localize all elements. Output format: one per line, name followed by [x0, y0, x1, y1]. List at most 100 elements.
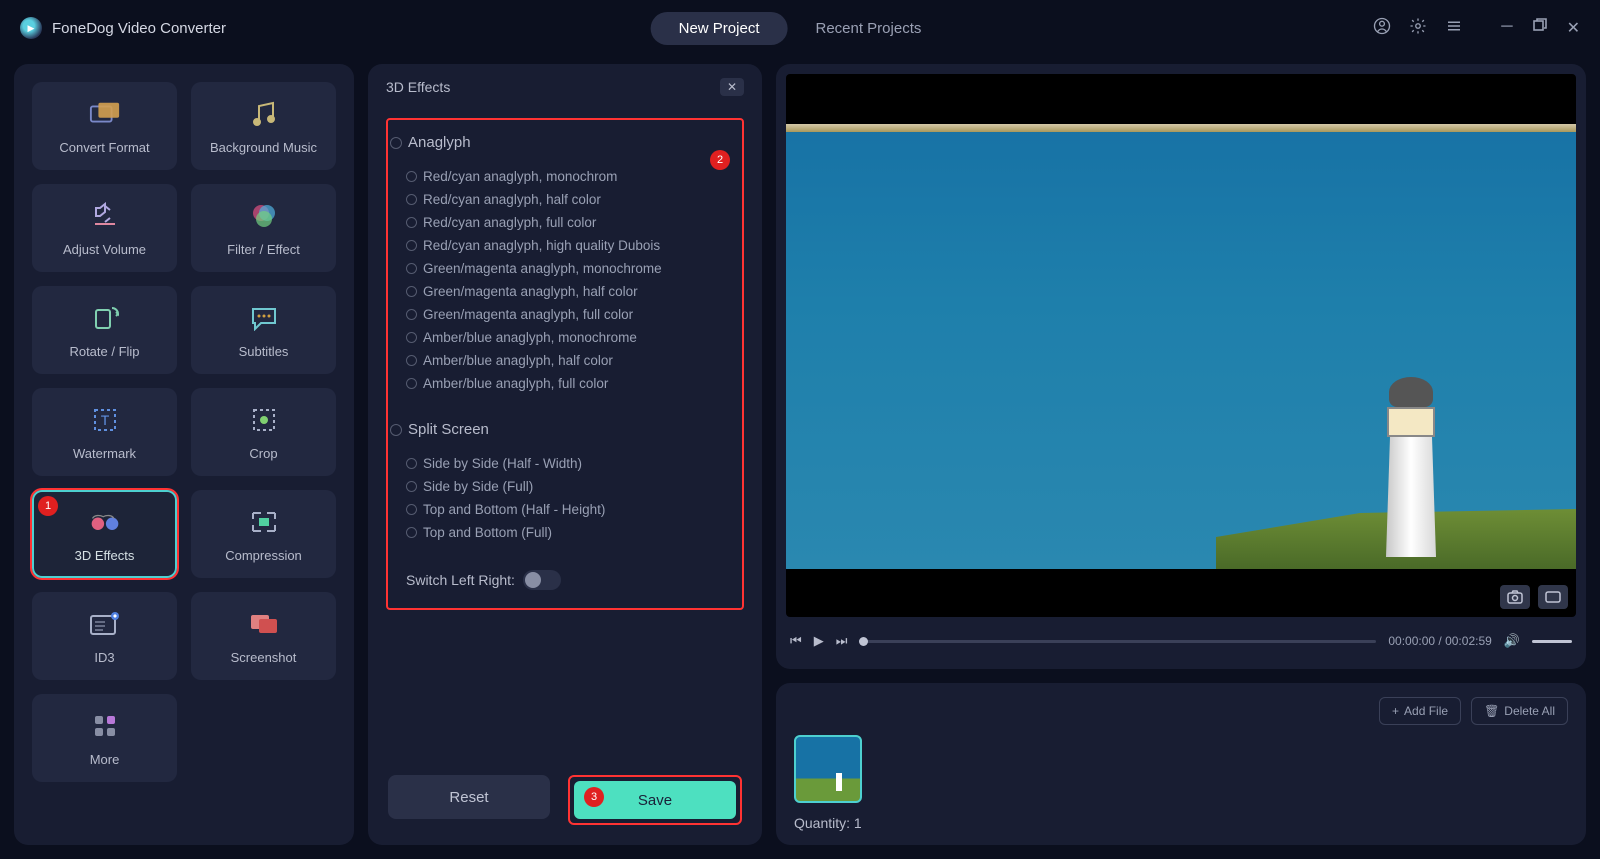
tool-convert-format[interactable]: Convert Format — [32, 82, 177, 170]
previous-icon[interactable]: ⏮ — [790, 633, 802, 649]
video-preview: ⏮ ▶ ⏭ 00:00:00 / 00:02:59 🔊 — [776, 64, 1586, 669]
tool-label: Convert Format — [59, 140, 149, 155]
anaglyph-option[interactable]: Green/magenta anaglyph, half color — [420, 280, 724, 303]
tool-label: Screenshot — [231, 650, 297, 665]
tool-screenshot[interactable]: Screenshot — [191, 592, 336, 680]
split-option[interactable]: Side by Side (Full) — [420, 475, 724, 498]
anaglyph-option[interactable]: Amber/blue anaglyph, half color — [420, 349, 724, 372]
anaglyph-option[interactable]: Red/cyan anaglyph, half color — [420, 188, 724, 211]
add-file-button[interactable]: +Add File — [1379, 697, 1461, 725]
split-option[interactable]: Top and Bottom (Full) — [420, 521, 724, 544]
tool-label: Subtitles — [239, 344, 289, 359]
3d-glasses-icon — [89, 506, 121, 538]
video-canvas[interactable] — [786, 74, 1576, 617]
rotate-flip-icon — [89, 302, 121, 334]
close-icon[interactable]: ✕ — [1567, 18, 1580, 38]
account-icon[interactable] — [1373, 17, 1391, 40]
right-panel: ⏮ ▶ ⏭ 00:00:00 / 00:02:59 🔊 +Add File 🗑D… — [776, 64, 1586, 845]
tool-compression[interactable]: Compression — [191, 490, 336, 578]
tool-label: Watermark — [73, 446, 136, 461]
subtitles-icon — [248, 302, 280, 334]
thumbnail-row — [794, 735, 1568, 809]
player-controls: ⏮ ▶ ⏭ 00:00:00 / 00:02:59 🔊 — [786, 623, 1576, 659]
anaglyph-option[interactable]: Amber/blue anaglyph, monochrome — [420, 326, 724, 349]
save-highlight-box: 3 Save — [568, 775, 742, 825]
tool-background-music[interactable]: Background Music — [191, 82, 336, 170]
marker-2: 2 — [710, 150, 730, 170]
anaglyph-option[interactable]: Green/magenta anaglyph, full color — [420, 303, 724, 326]
tool-label: Adjust Volume — [63, 242, 146, 257]
reset-button[interactable]: Reset — [388, 775, 550, 819]
tool-label: ID3 — [94, 650, 114, 665]
tool-crop[interactable]: Crop — [191, 388, 336, 476]
section-split-screen[interactable]: Split Screen — [406, 421, 724, 438]
tab-new-project[interactable]: New Project — [651, 12, 788, 45]
tool-label: Filter / Effect — [227, 242, 300, 257]
panel-footer: Reset 3 Save — [368, 755, 762, 845]
crop-icon — [248, 404, 280, 436]
title-controls: ─ ✕ — [1373, 17, 1580, 40]
tool-filter-effect[interactable]: Filter / Effect — [191, 184, 336, 272]
video-content — [786, 124, 1576, 569]
time-display: 00:00:00 / 00:02:59 — [1388, 634, 1491, 648]
anaglyph-option[interactable]: Green/magenta anaglyph, monochrome — [420, 257, 724, 280]
marker-3: 3 — [584, 787, 604, 807]
tool-subtitles[interactable]: Subtitles — [191, 286, 336, 374]
minimize-icon[interactable]: ─ — [1501, 18, 1512, 38]
switch-toggle[interactable] — [523, 570, 561, 590]
file-actions: +Add File 🗑Delete All — [794, 697, 1568, 725]
menu-icon[interactable] — [1445, 17, 1463, 40]
anaglyph-option[interactable]: Amber/blue anaglyph, full color — [420, 372, 724, 395]
tool-label: 3D Effects — [75, 548, 135, 563]
quantity-display: Quantity: 1 — [794, 815, 1568, 831]
maximize-icon[interactable] — [1533, 18, 1547, 38]
next-icon[interactable]: ⏭ — [836, 633, 848, 649]
file-thumbnail[interactable] — [794, 735, 862, 803]
section-anaglyph[interactable]: Anaglyph — [406, 134, 724, 151]
delete-all-button[interactable]: 🗑Delete All — [1471, 697, 1568, 725]
tool-3d-effects[interactable]: 1 3D Effects — [32, 490, 177, 578]
main-layout: Convert Format Background Music Adjust V… — [0, 56, 1600, 859]
screenshot-icon — [248, 608, 280, 640]
tool-label: Compression — [225, 548, 302, 563]
volume-icon[interactable]: 🔊 — [1504, 633, 1520, 649]
tab-recent-projects[interactable]: Recent Projects — [787, 12, 949, 45]
tool-watermark[interactable]: T Watermark — [32, 388, 177, 476]
tool-adjust-volume[interactable]: Adjust Volume — [32, 184, 177, 272]
tool-more[interactable]: More — [32, 694, 177, 782]
app-logo-title: FoneDog Video Converter — [20, 17, 226, 39]
play-icon[interactable]: ▶ — [814, 633, 824, 649]
app-title: FoneDog Video Converter — [52, 20, 226, 37]
effects-panel: 3D Effects ✕ 2 Anaglyph Red/cyan anaglyp… — [368, 64, 762, 845]
anaglyph-option[interactable]: Red/cyan anaglyph, full color — [420, 211, 724, 234]
anaglyph-option[interactable]: Red/cyan anaglyph, monochrom — [420, 165, 724, 188]
split-option[interactable]: Top and Bottom (Half - Height) — [420, 498, 724, 521]
app-logo-icon — [20, 17, 42, 39]
panel-title: 3D Effects — [386, 79, 450, 95]
switch-label: Switch Left Right: — [406, 572, 515, 588]
switch-left-right-row: Switch Left Right: — [406, 570, 724, 590]
svg-text:T: T — [100, 412, 109, 428]
split-option[interactable]: Side by Side (Half - Width) — [420, 452, 724, 475]
more-icon — [89, 710, 121, 742]
snapshot-icon[interactable] — [1500, 585, 1530, 609]
panel-header: 3D Effects ✕ — [368, 64, 762, 110]
fullscreen-icon[interactable] — [1538, 585, 1568, 609]
effects-highlight-box: 2 Anaglyph Red/cyan anaglyph, monochrom … — [386, 118, 744, 610]
preview-overlay-buttons — [1500, 585, 1568, 609]
file-list-panel: +Add File 🗑Delete All Quantity: 1 — [776, 683, 1586, 845]
tool-id3[interactable]: ID3 — [32, 592, 177, 680]
anaglyph-option[interactable]: Red/cyan anaglyph, high quality Dubois — [420, 234, 724, 257]
split-options: Side by Side (Half - Width) Side by Side… — [406, 452, 724, 544]
progress-bar[interactable] — [859, 640, 1376, 643]
settings-icon[interactable] — [1409, 17, 1427, 40]
tool-rotate-flip[interactable]: Rotate / Flip — [32, 286, 177, 374]
tool-sidebar: Convert Format Background Music Adjust V… — [14, 64, 354, 845]
tool-label: Crop — [249, 446, 277, 461]
tool-label: Background Music — [210, 140, 317, 155]
panel-close-button[interactable]: ✕ — [720, 78, 744, 96]
id3-icon — [89, 608, 121, 640]
volume-slider[interactable] — [1532, 640, 1572, 643]
marker-1: 1 — [38, 496, 58, 516]
compression-icon — [248, 506, 280, 538]
